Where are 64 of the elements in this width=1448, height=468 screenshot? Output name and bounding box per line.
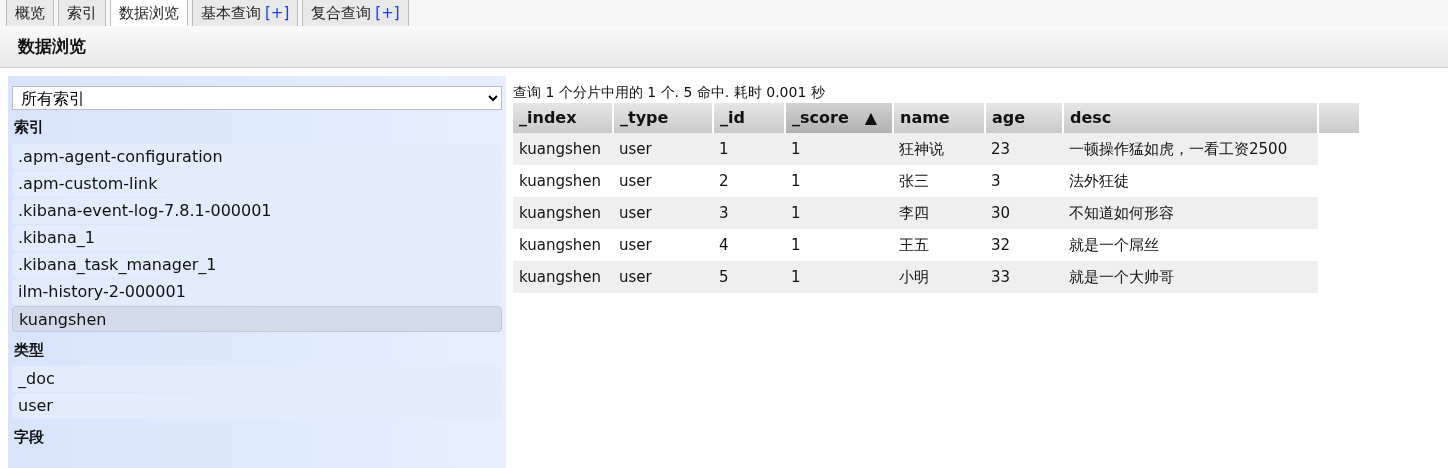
table-cell: user [613,165,713,197]
sidebar-item[interactable]: .apm-custom-link [12,170,502,197]
tab[interactable]: 数据浏览 [110,0,188,26]
column-header[interactable]: _id [713,103,785,133]
table-cell: 1 [785,261,893,293]
table-cell: 23 [985,133,1063,165]
sidebar-item[interactable]: .kibana-event-log-7.8.1-000001 [12,197,502,224]
table-cell: 30 [985,197,1063,229]
table-cell: 就是一个屌丝 [1063,229,1318,261]
table-cell: 1 [785,197,893,229]
table-cell: 法外狂徒 [1063,165,1318,197]
tab[interactable]: 概览 [6,0,54,26]
result-summary: 查询 1 个分片中用的 1 个. 5 命中. 耗时 0.001 秒 [513,83,826,102]
table-cell: 王五 [893,229,985,261]
table-cell: kuangshen [513,165,613,197]
table-cell: 李四 [893,197,985,229]
column-header[interactable]: _index [513,103,613,133]
sidebar-item[interactable]: _doc [12,366,502,392]
column-header[interactable]: _type [613,103,713,133]
sidebar-item[interactable]: ilm-history-2-000001 [12,278,502,305]
column-header[interactable]: name [893,103,985,133]
table-cell: 1 [785,133,893,165]
table-cell: 狂神说 [893,133,985,165]
table-cell: user [613,197,713,229]
tab[interactable]: 基本查询 [+] [192,0,299,26]
sidebar-item[interactable]: .kibana_task_manager_1 [12,251,502,278]
sidebar-item[interactable]: .kibana_1 [12,224,502,251]
index-select[interactable]: 所有索引 [12,86,502,110]
table-cell: 就是一个大帅哥 [1063,261,1318,293]
sidebar-item[interactable]: kuangshen [12,305,502,332]
table-cell: kuangshen [513,133,613,165]
table-cell: 小明 [893,261,985,293]
column-header[interactable]: _score ▲ [785,103,893,133]
table-cell: 3 [985,165,1063,197]
tab[interactable]: 复合查询 [+] [302,0,409,26]
table-cell: 一顿操作猛如虎，一看工资2500 [1063,133,1318,165]
table-cell: 32 [985,229,1063,261]
table-cell: kuangshen [513,229,613,261]
column-header[interactable]: age [985,103,1063,133]
sidebar-item[interactable]: user [12,393,502,419]
table-cell: kuangshen [513,261,613,293]
table-cell: 4 [713,229,785,261]
table-cell: 1 [785,165,893,197]
section-heading: 字段 [13,427,45,448]
table-cell: 不知道如何形容 [1063,197,1318,229]
section-heading: 类型 [13,339,45,361]
table-cell: user [613,229,713,261]
table-cell: 2 [713,165,785,197]
sort-icon: ▲ [864,108,878,127]
table-cell: 张三 [893,165,985,197]
section-heading: 索引 [13,117,45,138]
table-cell: 1 [713,133,785,165]
page-title: 数据浏览 [0,26,1448,68]
table-cell: 3 [713,197,785,229]
sidebar-item[interactable]: .apm-agent-configuration [12,143,502,170]
table-cell: user [613,133,713,165]
table-cell: kuangshen [513,197,613,229]
table-cell: 5 [713,261,785,293]
column-header[interactable]: desc [1063,103,1318,133]
table-cell: 1 [785,229,893,261]
table-cell: user [613,261,713,293]
header-filler [1318,103,1360,133]
tab[interactable]: 索引 [58,0,106,26]
table-cell: 33 [985,261,1063,293]
